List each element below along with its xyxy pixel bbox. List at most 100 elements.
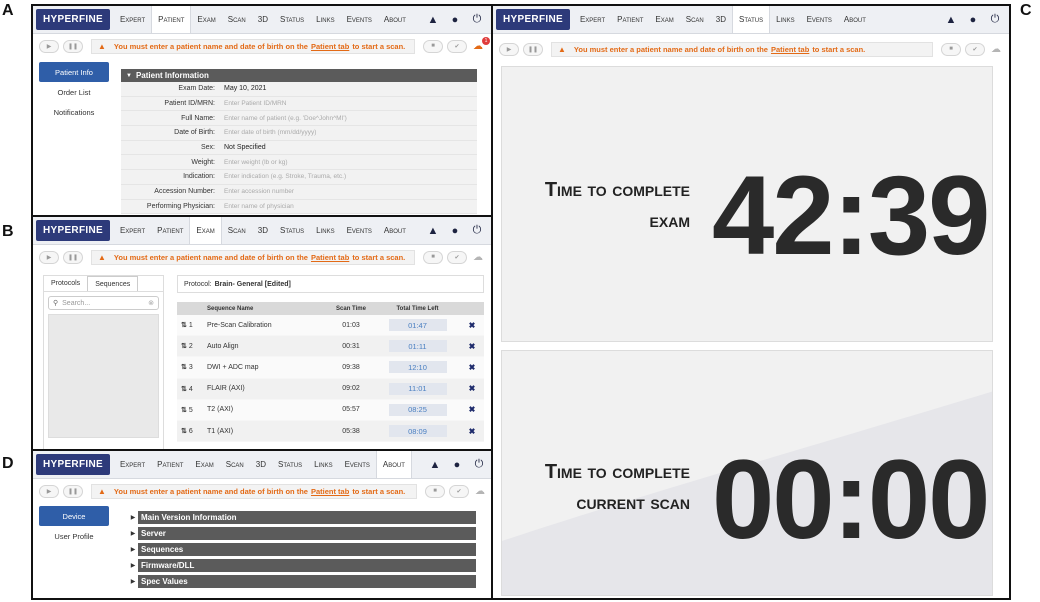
pause-button[interactable]: ❚❚ — [63, 484, 83, 498]
patient-tab-link[interactable]: Patient tab — [771, 45, 809, 54]
accordion-spec-values[interactable]: ▶ Spec Values — [128, 573, 476, 589]
play-button[interactable]: ▶ — [39, 484, 59, 498]
nav-links[interactable]: Links — [770, 6, 800, 33]
nav-expert[interactable]: Expert — [114, 217, 151, 244]
accordion-firmware[interactable]: ▶ Firmware/DLL — [128, 557, 476, 573]
reorder-icon[interactable]: ⇅ 3 — [177, 363, 207, 371]
nav-about[interactable]: About — [378, 217, 412, 244]
accordion-sequences[interactable]: ▶ Sequences — [128, 541, 476, 557]
stop-button[interactable]: ■ — [423, 39, 443, 53]
nav-exam[interactable]: Exam — [191, 6, 221, 33]
remove-icon[interactable]: ✖ — [460, 342, 484, 351]
nav-exam[interactable]: Exam — [189, 217, 222, 244]
reorder-icon[interactable]: ⇅ 4 — [177, 385, 207, 393]
nav-patient[interactable]: Patient — [611, 6, 649, 33]
dob-input[interactable]: Enter date of birth (mm/dd/yyyy) — [221, 129, 477, 136]
power-icon[interactable]: ⏻ — [989, 13, 1001, 26]
nav-status[interactable]: Status — [732, 6, 771, 33]
nav-scan[interactable]: Scan — [220, 451, 250, 478]
power-icon[interactable]: ⏻ — [473, 458, 485, 471]
nav-about[interactable]: About — [375, 451, 412, 478]
patient-tab-link[interactable]: Patient tab — [311, 253, 349, 262]
warning-icon[interactable]: ▲ — [429, 459, 441, 471]
pause-button[interactable]: ❚❚ — [523, 42, 543, 56]
logo[interactable]: HYPERFINE — [496, 9, 570, 30]
patient-tab-link[interactable]: Patient tab — [311, 487, 349, 496]
user-icon[interactable]: ● — [451, 459, 463, 471]
search-input[interactable]: ⚲ Search... ⊗ — [48, 296, 159, 310]
nav-3d[interactable]: 3D — [252, 217, 274, 244]
nav-about[interactable]: About — [378, 6, 412, 33]
nav-3d[interactable]: 3D — [250, 451, 272, 478]
remove-icon[interactable]: ✖ — [460, 321, 484, 330]
cloud-upload-icon[interactable]: ☁ — [471, 252, 485, 263]
patient-tab-link[interactable]: Patient tab — [311, 42, 349, 51]
nav-3d[interactable]: 3D — [710, 6, 732, 33]
side-device[interactable]: Device — [39, 506, 109, 526]
sequence-list[interactable] — [48, 314, 159, 438]
user-icon[interactable]: ● — [449, 14, 461, 26]
nav-scan[interactable]: Scan — [222, 6, 252, 33]
check-button[interactable]: ✔ — [965, 42, 985, 56]
table-row[interactable]: ⇅ 2 Auto Align 00:31 01:11 ✖ — [177, 336, 484, 358]
side-order-list[interactable]: Order List — [39, 82, 109, 102]
nav-exam[interactable]: Exam — [189, 451, 219, 478]
nav-patient[interactable]: Patient — [151, 451, 189, 478]
nav-expert[interactable]: Expert — [114, 451, 151, 478]
stop-button[interactable]: ■ — [425, 484, 445, 498]
nav-events[interactable]: Events — [341, 217, 378, 244]
reorder-icon[interactable]: ⇅ 1 — [177, 321, 207, 329]
nav-scan[interactable]: Scan — [680, 6, 710, 33]
table-row[interactable]: ⇅ 3 DWI + ADC map 09:38 12:10 ✖ — [177, 357, 484, 379]
table-row[interactable]: ⇅ 6 T1 (AXI) 05:38 08:09 ✖ — [177, 420, 484, 443]
play-button[interactable]: ▶ — [499, 42, 519, 56]
section-header[interactable]: ▼ Patient Information — [121, 69, 477, 82]
logo[interactable]: HYPERFINE — [36, 9, 110, 30]
nav-about[interactable]: About — [838, 6, 872, 33]
nav-status[interactable]: Status — [272, 451, 308, 478]
nav-3d[interactable]: 3D — [252, 6, 274, 33]
nav-links[interactable]: Links — [308, 451, 338, 478]
tab-sequences[interactable]: Sequences — [87, 276, 139, 291]
nav-events[interactable]: Events — [801, 6, 838, 33]
weight-input[interactable]: Enter weight (lb or kg) — [221, 159, 477, 166]
side-user-profile[interactable]: User Profile — [39, 526, 109, 546]
user-icon[interactable]: ● — [967, 14, 979, 26]
cloud-upload-icon[interactable]: ☁ — [989, 44, 1003, 55]
side-notifications[interactable]: Notifications — [39, 102, 109, 122]
nav-expert[interactable]: Expert — [574, 6, 611, 33]
warning-icon[interactable]: ▲ — [945, 14, 957, 26]
nav-exam[interactable]: Exam — [649, 6, 679, 33]
play-button[interactable]: ▶ — [39, 39, 59, 53]
play-button[interactable]: ▶ — [39, 250, 59, 264]
full-name-input[interactable]: Enter name of patient (e.g. 'Doe^John^MI… — [221, 115, 477, 122]
sex-select[interactable]: Not Specified — [221, 144, 477, 151]
reorder-icon[interactable]: ⇅ 2 — [177, 342, 207, 350]
user-icon[interactable]: ● — [449, 225, 461, 237]
cloud-upload-icon[interactable]: ☁ 1 — [471, 36, 490, 52]
pause-button[interactable]: ❚❚ — [63, 39, 83, 53]
clear-icon[interactable]: ⊗ — [148, 299, 154, 307]
remove-icon[interactable]: ✖ — [460, 427, 484, 436]
nav-patient[interactable]: Patient — [151, 6, 192, 33]
nav-expert[interactable]: Expert — [114, 6, 151, 33]
reorder-icon[interactable]: ⇅ 5 — [177, 406, 207, 414]
power-icon[interactable]: ⏻ — [471, 224, 483, 237]
patient-id-input[interactable]: Enter Patient ID/MRN — [221, 100, 477, 107]
nav-scan[interactable]: Scan — [222, 217, 252, 244]
logo[interactable]: HYPERFINE — [36, 220, 110, 241]
check-button[interactable]: ✔ — [449, 484, 469, 498]
nav-status[interactable]: Status — [274, 6, 310, 33]
logo[interactable]: HYPERFINE — [36, 454, 110, 475]
cloud-upload-icon[interactable]: ☁ — [473, 486, 487, 497]
nav-status[interactable]: Status — [274, 217, 310, 244]
reorder-icon[interactable]: ⇅ 6 — [177, 427, 207, 435]
remove-icon[interactable]: ✖ — [460, 384, 484, 393]
remove-icon[interactable]: ✖ — [460, 405, 484, 414]
accordion-server[interactable]: ▶ Server — [128, 525, 476, 541]
table-row[interactable]: ⇅ 5 T2 (AXI) 05:57 08:25 ✖ — [177, 399, 484, 421]
warning-icon[interactable]: ▲ — [427, 14, 439, 26]
warning-icon[interactable]: ▲ — [427, 225, 439, 237]
nav-events[interactable]: Events — [339, 451, 376, 478]
power-icon[interactable]: ⏻ — [471, 13, 483, 26]
